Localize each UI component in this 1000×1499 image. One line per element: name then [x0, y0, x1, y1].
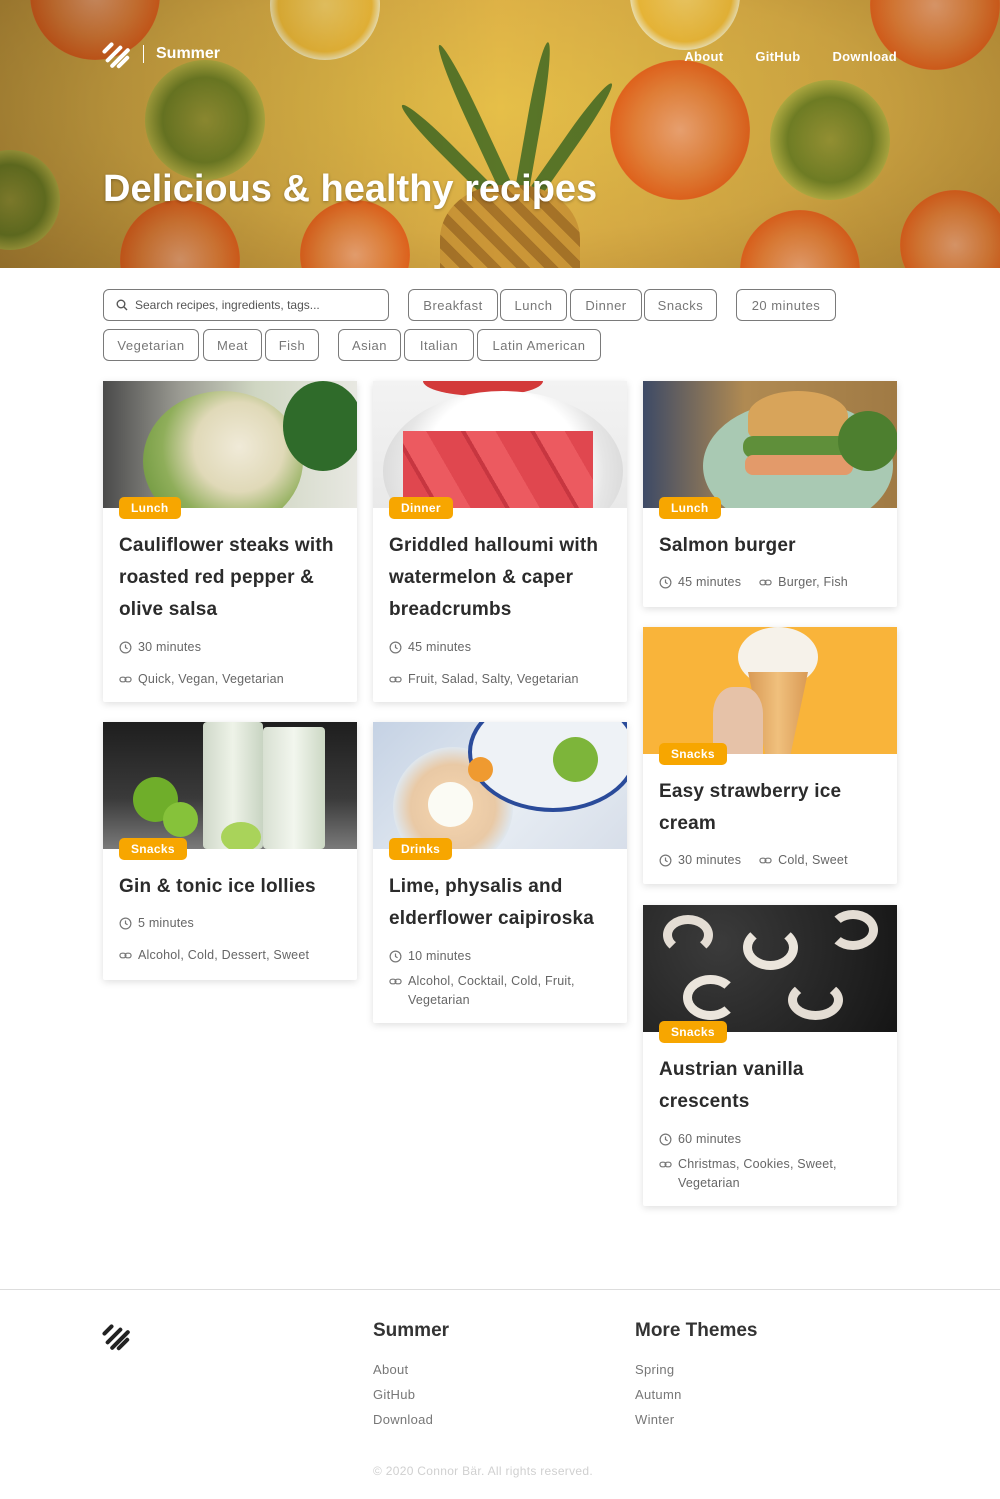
search-input[interactable]: [135, 298, 365, 312]
footer-link-download[interactable]: Download: [373, 1412, 449, 1427]
footer-link-spring[interactable]: Spring: [635, 1362, 757, 1377]
link-icon: [659, 1161, 672, 1168]
link-icon: [759, 579, 772, 586]
clock-icon: [119, 917, 132, 930]
recipe-card[interactable]: Snacks Easy strawberry ice cream 30 minu…: [643, 627, 897, 884]
recipe-image: [643, 905, 897, 1032]
category-badge: Snacks: [659, 743, 727, 765]
recipe-tags: Quick, Vegan, Vegetarian: [119, 670, 341, 689]
search-box[interactable]: [103, 289, 389, 321]
footer-logo[interactable]: [101, 1322, 131, 1352]
nav-download[interactable]: Download: [832, 49, 897, 64]
recipe-image: [643, 381, 897, 508]
recipe-image: [373, 381, 627, 508]
recipe-time: 45 minutes: [389, 638, 611, 657]
clock-icon: [389, 950, 402, 963]
recipe-title[interactable]: Easy strawberry ice cream: [659, 776, 881, 840]
clock-icon: [389, 641, 402, 654]
recipe-title[interactable]: Lime, physalis and elderflower caipirosk…: [389, 871, 611, 935]
recipe-tags: Cold, Sweet: [778, 853, 848, 867]
recipe-card[interactable]: Dinner Griddled halloumi with watermelon…: [373, 381, 627, 702]
recipe-time: 60 minutes: [659, 1130, 881, 1149]
brand-name: Summer: [156, 45, 221, 62]
brand-divider: [143, 45, 144, 63]
recipe-time: 10 minutes: [389, 947, 611, 966]
category-badge: Snacks: [659, 1021, 727, 1043]
clock-icon: [119, 641, 132, 654]
footer-link-github[interactable]: GitHub: [373, 1387, 449, 1402]
search-icon: [116, 299, 128, 311]
filter-latin-american[interactable]: Latin American: [477, 329, 601, 361]
recipe-time: 30 minutes: [678, 853, 742, 867]
copyright: © 2020 Connor Bär. All rights reserved.: [373, 1464, 593, 1478]
recipe-tags: Fruit, Salad, Salty, Vegetarian: [389, 670, 611, 689]
recipe-image: [643, 627, 897, 754]
filter-lunch[interactable]: Lunch: [500, 289, 567, 321]
recipe-card[interactable]: Lunch Cauliflower steaks with roasted re…: [103, 381, 357, 702]
footer-heading: Summer: [373, 1320, 450, 1341]
brand[interactable]: Summer: [101, 40, 221, 70]
page-title: Delicious & healthy recipes: [103, 168, 598, 210]
link-icon: [389, 676, 402, 683]
recipe-image: [103, 722, 357, 849]
recipe-title[interactable]: Cauliflower steaks with roasted red pepp…: [119, 530, 341, 626]
recipe-card[interactable]: Snacks Austrian vanilla crescents 60 min…: [643, 905, 897, 1206]
category-badge: Dinner: [389, 497, 453, 519]
footer-heading: More Themes: [635, 1320, 758, 1341]
filter-vegetarian[interactable]: Vegetarian: [103, 329, 199, 361]
footer-link-autumn[interactable]: Autumn: [635, 1387, 757, 1402]
recipe-tags: Burger, Fish: [778, 575, 848, 589]
clock-icon: [659, 576, 672, 589]
footer-divider: [0, 1289, 1000, 1290]
footer-link-winter[interactable]: Winter: [635, 1412, 757, 1427]
filter-asian[interactable]: Asian: [338, 329, 401, 361]
filter-20-minutes[interactable]: 20 minutes: [736, 289, 836, 321]
logo-icon: [101, 1322, 131, 1352]
recipe-title[interactable]: Austrian vanilla crescents: [659, 1054, 881, 1118]
link-icon: [119, 676, 132, 683]
logo-icon: [101, 40, 131, 70]
nav-github[interactable]: GitHub: [755, 49, 800, 64]
clock-icon: [659, 854, 672, 867]
recipe-time: 45 minutes: [678, 575, 742, 589]
recipe-card[interactable]: Snacks Gin & tonic ice lollies 5 minutes…: [103, 722, 357, 980]
link-icon: [119, 952, 132, 959]
filter-fish[interactable]: Fish: [265, 329, 319, 361]
category-badge: Lunch: [119, 497, 181, 519]
filter-snacks[interactable]: Snacks: [644, 289, 717, 321]
footer-column-summer: Summer About GitHub Download: [373, 1320, 449, 1437]
filter-breakfast[interactable]: Breakfast: [408, 289, 498, 321]
category-badge: Drinks: [389, 838, 453, 860]
category-badge: Lunch: [659, 497, 721, 519]
footer-column-themes: More Themes Spring Autumn Winter: [635, 1320, 757, 1437]
recipe-title[interactable]: Salmon burger: [659, 530, 881, 562]
top-nav: About GitHub Download: [684, 49, 897, 64]
recipe-card[interactable]: Drinks Lime, physalis and elderflower ca…: [373, 722, 627, 1023]
recipe-tags: Alcohol, Cold, Dessert, Sweet: [119, 946, 341, 965]
recipe-time: 5 minutes: [119, 914, 341, 933]
recipe-image: [373, 722, 627, 849]
recipe-meta-row: 45 minutes Burger, Fish: [659, 573, 881, 592]
category-badge: Snacks: [119, 838, 187, 860]
recipe-meta-row: 30 minutes Cold, Sweet: [659, 851, 881, 870]
recipe-tags: Alcohol, Cocktail, Cold, Fruit, Vegetari…: [389, 972, 611, 1010]
filter-meat[interactable]: Meat: [203, 329, 262, 361]
recipe-title[interactable]: Gin & tonic ice lollies: [119, 871, 341, 903]
recipe-tags: Christmas, Cookies, Sweet, Vegetarian: [659, 1155, 881, 1193]
footer-link-about[interactable]: About: [373, 1362, 449, 1377]
recipe-image: [103, 381, 357, 508]
filter-italian[interactable]: Italian: [404, 329, 474, 361]
filter-dinner[interactable]: Dinner: [570, 289, 642, 321]
recipe-title[interactable]: Griddled halloumi with watermelon & cape…: [389, 530, 611, 626]
nav-about[interactable]: About: [684, 49, 723, 64]
recipe-card[interactable]: Lunch Salmon burger 45 minutes Burger, F…: [643, 381, 897, 607]
link-icon: [759, 857, 772, 864]
clock-icon: [659, 1133, 672, 1146]
link-icon: [389, 978, 402, 985]
recipe-time: 30 minutes: [119, 638, 341, 657]
